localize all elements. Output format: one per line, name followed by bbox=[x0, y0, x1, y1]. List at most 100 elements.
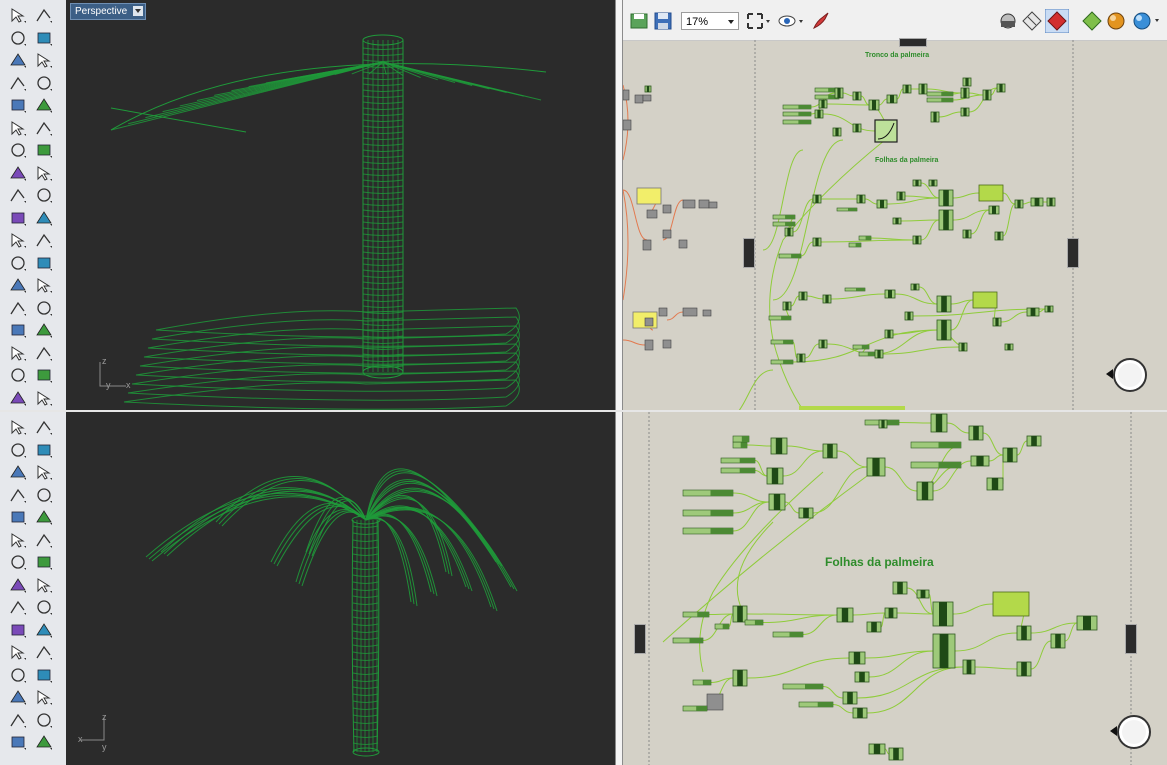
offset-icon[interactable] bbox=[34, 486, 54, 504]
fillet-icon[interactable] bbox=[8, 486, 28, 504]
zoom-extents-icon[interactable] bbox=[745, 11, 771, 31]
curve-icon[interactable] bbox=[8, 389, 28, 407]
preview-wireframe-icon[interactable] bbox=[997, 10, 1019, 32]
group-handle-icon[interactable] bbox=[634, 624, 646, 654]
circle-icon[interactable] bbox=[34, 389, 54, 407]
grid-icon[interactable] bbox=[34, 688, 54, 706]
group-title-folhas-large: Folhas da palmeira bbox=[825, 555, 934, 569]
perspective-viewport-bottom[interactable]: z x y bbox=[66, 412, 615, 765]
polyline-icon[interactable] bbox=[34, 29, 54, 47]
rotate-icon[interactable] bbox=[34, 254, 54, 272]
group-title-folhas-small: Folhas da palmeira bbox=[875, 157, 939, 164]
dimension-icon[interactable] bbox=[34, 643, 54, 661]
perspective-viewport-top[interactable]: Perspective z x y bbox=[66, 0, 615, 410]
dimension-icon[interactable] bbox=[34, 276, 54, 294]
vertical-divider[interactable] bbox=[615, 0, 623, 765]
layer-icon[interactable] bbox=[8, 321, 28, 339]
rhino-toolbar-bottom bbox=[0, 412, 67, 765]
ellipse-icon[interactable] bbox=[34, 74, 54, 92]
array-icon[interactable] bbox=[34, 598, 54, 616]
trim-icon[interactable] bbox=[34, 576, 54, 594]
group-handle-icon[interactable] bbox=[899, 38, 927, 47]
rotate-icon[interactable] bbox=[34, 621, 54, 639]
select-arrow-icon[interactable] bbox=[8, 711, 28, 729]
grasshopper-toolbar: 17% bbox=[623, 0, 1167, 41]
group-handle-icon[interactable] bbox=[1067, 238, 1079, 268]
text-icon[interactable] bbox=[8, 276, 28, 294]
point-icon[interactable] bbox=[8, 366, 28, 384]
circle-icon[interactable] bbox=[34, 418, 54, 436]
display-options-icon[interactable] bbox=[1131, 10, 1165, 32]
trim-icon[interactable] bbox=[34, 209, 54, 227]
palm-wireframe-bottom bbox=[145, 468, 518, 757]
polyline-icon[interactable] bbox=[34, 366, 54, 384]
split-icon[interactable] bbox=[8, 598, 28, 616]
curve-icon[interactable] bbox=[8, 51, 28, 69]
grasshopper-definition-top bbox=[623, 40, 1074, 410]
polygon-icon[interactable] bbox=[34, 96, 54, 114]
boolean-icon[interactable] bbox=[34, 186, 54, 204]
fillet-icon[interactable] bbox=[8, 119, 28, 137]
extrude-icon[interactable] bbox=[8, 186, 28, 204]
cylinder-icon[interactable] bbox=[34, 164, 54, 182]
move-icon[interactable] bbox=[8, 621, 28, 639]
material-sphere-icon[interactable] bbox=[1105, 10, 1127, 32]
surface-icon[interactable] bbox=[8, 141, 28, 159]
box-icon[interactable] bbox=[34, 508, 54, 526]
bake-green-icon[interactable] bbox=[1081, 10, 1103, 32]
arc-icon[interactable] bbox=[8, 441, 28, 459]
layer-icon[interactable] bbox=[8, 688, 28, 706]
split-icon[interactable] bbox=[8, 231, 28, 249]
box-icon[interactable] bbox=[34, 141, 54, 159]
polyline-icon[interactable] bbox=[34, 733, 54, 751]
mesh-icon[interactable] bbox=[8, 299, 28, 317]
explode-icon[interactable] bbox=[8, 209, 28, 227]
navigation-wheel-icon[interactable] bbox=[1110, 715, 1151, 749]
render-icon[interactable] bbox=[34, 666, 54, 684]
extrude-icon[interactable] bbox=[8, 553, 28, 571]
zoom-dropdown[interactable]: 17% bbox=[681, 12, 739, 30]
rectangle-icon[interactable] bbox=[8, 463, 28, 481]
select-arrow-icon[interactable] bbox=[8, 6, 28, 24]
preview-selected-icon[interactable] bbox=[1045, 9, 1069, 33]
grasshopper-canvas-bottom[interactable]: Folhas da palmeira bbox=[623, 412, 1167, 765]
palm-wireframe-top bbox=[110, 34, 547, 410]
circle-icon[interactable] bbox=[34, 51, 54, 69]
preview-eye-icon[interactable] bbox=[777, 11, 805, 31]
select-points-icon[interactable] bbox=[34, 344, 54, 362]
sphere-icon[interactable] bbox=[8, 164, 28, 182]
text-icon[interactable] bbox=[8, 643, 28, 661]
open-file-icon[interactable] bbox=[629, 11, 649, 31]
polygon-icon[interactable] bbox=[34, 463, 54, 481]
cylinder-icon[interactable] bbox=[34, 531, 54, 549]
explode-icon[interactable] bbox=[8, 576, 28, 594]
array-icon[interactable] bbox=[34, 231, 54, 249]
ellipse-icon[interactable] bbox=[34, 441, 54, 459]
axis-gizmo-icon bbox=[99, 362, 126, 387]
grasshopper-canvas-top[interactable]: 17% Tronco da palmeira Folhas da palmeir… bbox=[623, 0, 1167, 410]
point-icon[interactable] bbox=[8, 29, 28, 47]
curve-icon[interactable] bbox=[8, 418, 28, 436]
navigation-wheel-icon[interactable] bbox=[1106, 358, 1147, 392]
group-handle-icon[interactable] bbox=[743, 238, 755, 268]
mesh-icon[interactable] bbox=[8, 666, 28, 684]
point-icon[interactable] bbox=[8, 733, 28, 751]
sphere-icon[interactable] bbox=[8, 531, 28, 549]
preview-shaded-icon[interactable] bbox=[1021, 10, 1043, 32]
group-title-tronco: Tronco da palmeira bbox=[865, 52, 930, 59]
grasshopper-definition-bottom bbox=[648, 412, 1132, 765]
surface-icon[interactable] bbox=[8, 508, 28, 526]
rectangle-icon[interactable] bbox=[8, 96, 28, 114]
render-icon[interactable] bbox=[34, 299, 54, 317]
offset-icon[interactable] bbox=[34, 119, 54, 137]
select-arrow-icon[interactable] bbox=[8, 344, 28, 362]
grid-icon[interactable] bbox=[34, 321, 54, 339]
boolean-icon[interactable] bbox=[34, 553, 54, 571]
select-points-icon[interactable] bbox=[34, 711, 54, 729]
arc-icon[interactable] bbox=[8, 74, 28, 92]
select-points-icon[interactable] bbox=[34, 6, 54, 24]
group-handle-icon[interactable] bbox=[1125, 624, 1137, 654]
save-file-icon[interactable] bbox=[653, 11, 673, 31]
sketch-brush-icon[interactable] bbox=[811, 11, 831, 31]
move-icon[interactable] bbox=[8, 254, 28, 272]
